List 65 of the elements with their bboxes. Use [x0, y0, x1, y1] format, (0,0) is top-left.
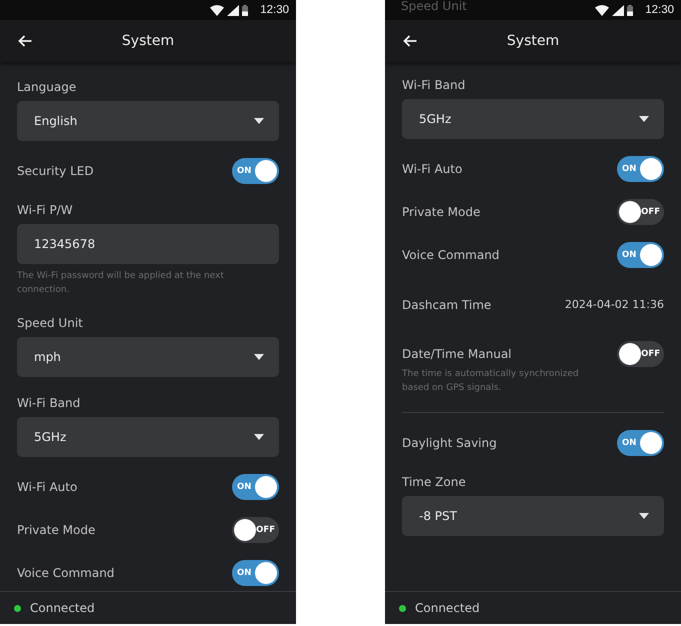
hint-text: The time is automatically synchronized based on GPS signals.	[402, 368, 580, 395]
setting-label: Voice Command	[402, 247, 500, 264]
setting-value: 2024-04-02 11:36	[564, 298, 664, 311]
hint-text: The Wi-Fi password will be applied at the next connection.	[17, 270, 225, 297]
toggle-switch[interactable]: ON	[232, 560, 279, 586]
battery-icon	[242, 4, 248, 16]
setting-label: Date/Time Manual	[402, 346, 512, 363]
signal-icon	[612, 4, 624, 16]
toggle-knob	[255, 160, 277, 182]
caret-icon	[254, 118, 264, 124]
caret-icon	[639, 116, 649, 122]
back-arrow-icon	[403, 35, 417, 47]
caret-icon	[639, 513, 649, 519]
toggle-knob	[255, 476, 277, 498]
connection-status: Connected	[30, 601, 95, 615]
setting-label: Wi-Fi P/W	[17, 202, 74, 219]
setting-label: Wi-Fi Band	[17, 395, 82, 412]
back-button[interactable]	[17, 34, 33, 48]
dropdown[interactable]: 5GHz	[17, 417, 279, 457]
setting-label: Wi-Fi Auto	[17, 479, 78, 496]
setting-label: Language	[17, 79, 78, 96]
dropdown[interactable]: -8 PST	[402, 496, 664, 536]
wifi-icon	[210, 4, 224, 16]
setting-label: Private Mode	[402, 204, 480, 221]
setting-label: Speed Unit	[17, 315, 84, 332]
setting-label: Security LED	[17, 163, 94, 180]
dropdown[interactable]: 5GHz	[402, 99, 664, 139]
setting-label: Daylight Saving	[402, 435, 497, 452]
setting-label: Voice Command	[17, 565, 114, 582]
screen-title: System	[506, 33, 560, 49]
setting-label: Private Mode	[17, 522, 96, 539]
status-time: 12:30	[260, 4, 289, 16]
text-field[interactable]: 12345678	[17, 224, 279, 264]
signal-icon	[227, 4, 240, 16]
back-arrow-icon	[18, 35, 32, 47]
toggle-switch[interactable]: OFF	[617, 199, 664, 225]
toggle-knob	[640, 432, 662, 454]
toggle-switch[interactable]: ON	[232, 474, 279, 500]
toggle-knob	[255, 562, 277, 584]
setting-label: Wi-Fi Auto	[402, 161, 462, 178]
toggle-switch[interactable]: ON	[232, 158, 279, 184]
toggle-switch[interactable]: ON	[617, 156, 664, 182]
toggle-switch[interactable]: ON	[617, 242, 664, 268]
setting-label: Time Zone	[402, 474, 467, 491]
connection-status: Connected	[415, 601, 480, 615]
toggle-knob	[619, 201, 641, 223]
toggle-switch[interactable]: OFF	[232, 517, 279, 543]
toggle-switch[interactable]: OFF	[617, 341, 664, 367]
status-time: 12:30	[645, 4, 674, 16]
dropdown[interactable]: English	[17, 101, 279, 141]
wifi-icon	[595, 4, 610, 16]
setting-label: Dashcam Time	[402, 296, 492, 314]
back-button[interactable]	[402, 34, 418, 48]
setting-label: Wi-Fi Band	[402, 77, 466, 94]
caret-icon	[254, 434, 264, 440]
battery-icon	[627, 4, 634, 16]
caret-icon	[254, 354, 264, 360]
toggle-knob	[234, 519, 256, 541]
screen-title: System	[120, 33, 176, 49]
dropdown[interactable]: mph	[17, 337, 279, 377]
scrolled-label: Speed Unit	[401, 0, 467, 13]
toggle-switch[interactable]: ON	[617, 430, 664, 456]
toggle-knob	[640, 244, 662, 266]
toggle-knob	[619, 343, 641, 365]
toggle-knob	[640, 158, 662, 180]
